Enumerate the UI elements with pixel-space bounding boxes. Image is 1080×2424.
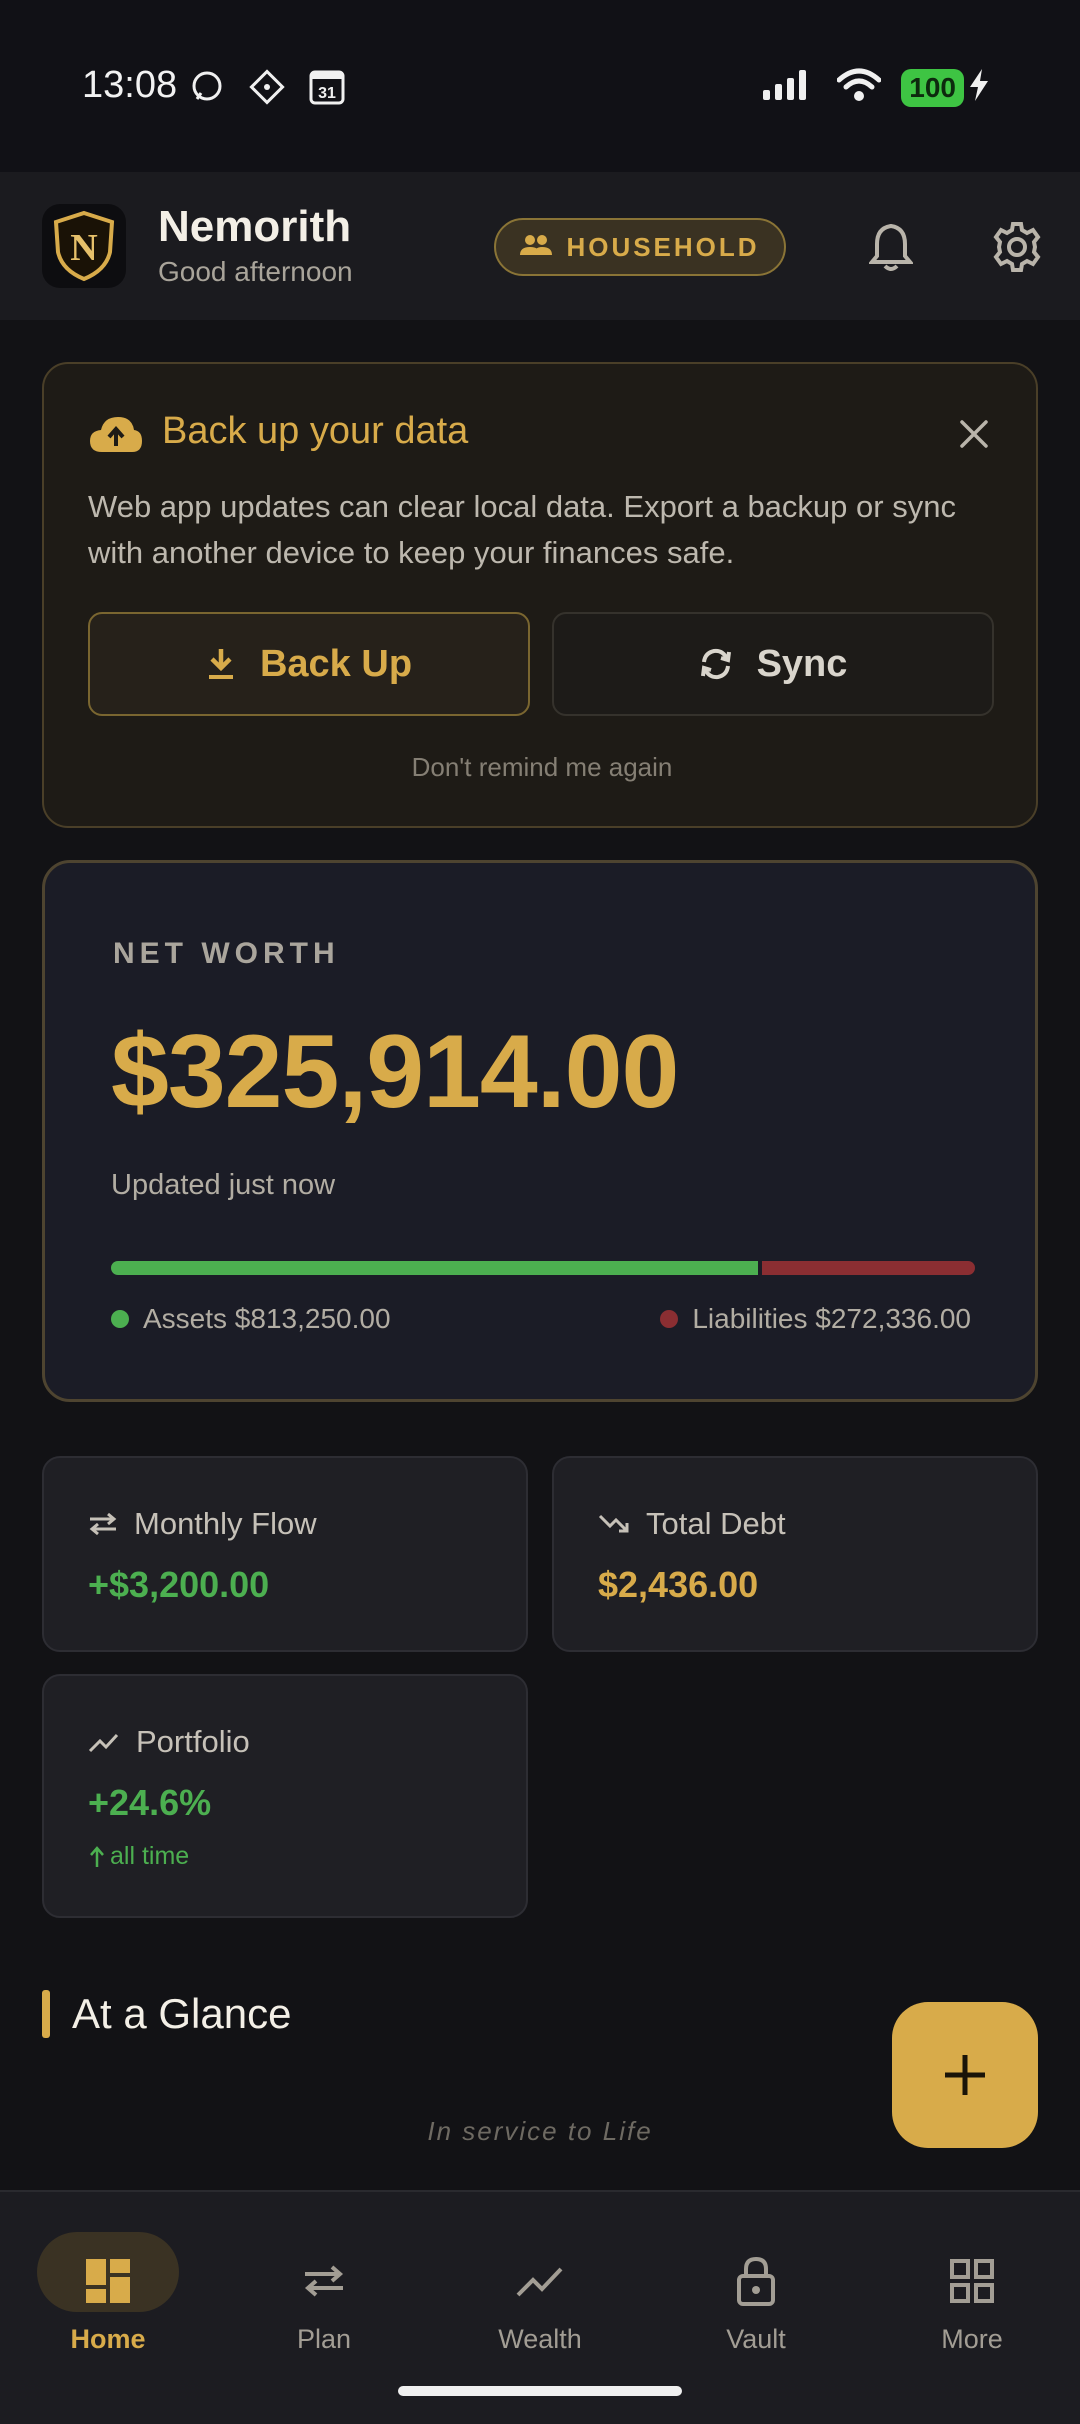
household-switch-button[interactable]: HOUSEHOLD [494,218,786,276]
net-worth-card[interactable]: NET WORTH $325,914.00 Updated just now A… [42,860,1038,1402]
settings-button[interactable] [988,218,1046,276]
app-title: Nemorith [158,202,352,251]
trending-up-icon [505,2246,575,2316]
total-debt-value: $2,436.00 [598,1564,759,1605]
svg-text:N: N [70,227,97,269]
signal-icon [761,68,817,107]
liabilities-text: Liabilities $272,336.00 [692,1303,971,1334]
lock-icon [721,2246,791,2316]
dashboard-icon [73,2246,143,2316]
total-debt-label: Total Debt [646,1506,786,1541]
notifications-button[interactable] [862,218,920,276]
close-icon [960,420,988,448]
battery-level: 100 [909,71,956,103]
people-icon [520,234,553,261]
back-up-button[interactable]: Back Up [88,612,530,716]
net-worth-label: NET WORTH [113,937,340,970]
svg-text:31: 31 [318,85,336,102]
home-indicator [398,2386,682,2396]
diamond-app-icon [248,68,286,106]
battery-indicator: 100 [901,68,964,107]
assets-text: Assets $813,250.00 [143,1303,391,1334]
status-time: 13:08 [82,64,178,106]
nav-home-label: Home [70,2324,146,2354]
section-accent-bar [42,1990,50,2038]
plus-icon [945,2055,985,2095]
swap-arrows-icon [89,1512,117,1536]
back-up-label: Back Up [259,642,413,685]
app-screen: 13:08 31 100 N Nemorith Good afternoon H… [0,0,1080,2424]
updated-text: Updated just now [111,1169,336,1201]
monthly-flow-value: +$3,200.00 [88,1564,270,1605]
trending-down-icon [598,1514,629,1533]
download-icon [208,649,233,679]
assets-legend: Assets $813,250.00 [111,1303,391,1335]
portfolio-header: Portfolio [88,1724,250,1760]
monthly-flow-label: Monthly Flow [134,1506,317,1541]
portfolio-value: +24.6% [88,1782,212,1823]
monthly-flow-header: Monthly Flow [88,1506,317,1542]
charging-bolt-icon [968,68,990,107]
nav-plan[interactable]: Plan [216,2192,432,2382]
net-worth-value: $325,914.00 [111,1014,679,1130]
calendar-icon: 31 [308,68,346,106]
total-debt-header: Total Debt [598,1506,786,1542]
nav-vault-label: Vault [726,2324,786,2354]
liabilities-legend: Liabilities $272,336.00 [660,1303,971,1335]
at-a-glance-heading: At a Glance [42,1990,291,2038]
bell-icon [869,223,913,271]
nav-wealth[interactable]: Wealth [432,2192,648,2382]
nav-wealth-label: Wealth [498,2324,582,2354]
backup-reminder-card: Back up your data Web app updates can cl… [42,362,1038,828]
chat-bubble-icon [188,68,226,106]
app-header: N Nemorith Good afternoon HOUSEHOLD [0,172,1080,320]
greeting-text: Good afternoon [158,256,353,287]
household-label: HOUSEHOLD [566,231,760,262]
backup-message: Web app updates can clear local data. Ex… [88,489,956,570]
gear-icon [993,222,1041,272]
status-notification-icons: 31 [188,68,346,106]
portfolio-label: Portfolio [136,1724,250,1759]
sync-button[interactable]: Sync [552,612,994,716]
total-debt-card[interactable]: Total Debt $2,436.00 [552,1456,1038,1652]
app-logo: N [42,204,126,288]
at-a-glance-title: At a Glance [72,1990,292,2037]
assets-dot [111,1310,129,1328]
assets-liabilities-bar [111,1261,975,1275]
portfolio-period: all time [88,1842,189,1871]
liabilities-bar-segment [762,1261,975,1275]
status-bar: 13:08 31 100 [0,0,1080,172]
grid-icon [937,2246,1007,2316]
portfolio-card[interactable]: Portfolio +24.6% all time [42,1674,528,1918]
status-system-icons: 100 [761,68,990,107]
close-button[interactable] [952,412,996,456]
assets-bar-segment [111,1261,759,1275]
dont-remind-link[interactable]: Don't remind me again [44,752,1040,783]
swap-arrows-icon [289,2246,359,2316]
nav-vault[interactable]: Vault [648,2192,864,2382]
add-button[interactable] [892,2002,1038,2148]
nav-more-label: More [941,2324,1003,2354]
monthly-flow-card[interactable]: Monthly Flow +$3,200.00 [42,1456,528,1652]
portfolio-period-text: all time [110,1842,190,1870]
arrow-up-icon [90,1845,104,1867]
cloud-upload-icon [88,414,144,459]
backup-title: Back up your data [162,410,469,452]
trending-up-icon [88,1733,119,1753]
wifi-icon [836,68,882,107]
sync-label: Sync [756,642,848,685]
nav-more[interactable]: More [864,2192,1080,2382]
nav-plan-label: Plan [296,2324,352,2354]
liabilities-dot [660,1310,679,1328]
sync-icon [700,648,731,680]
nav-home[interactable]: Home [0,2192,216,2382]
